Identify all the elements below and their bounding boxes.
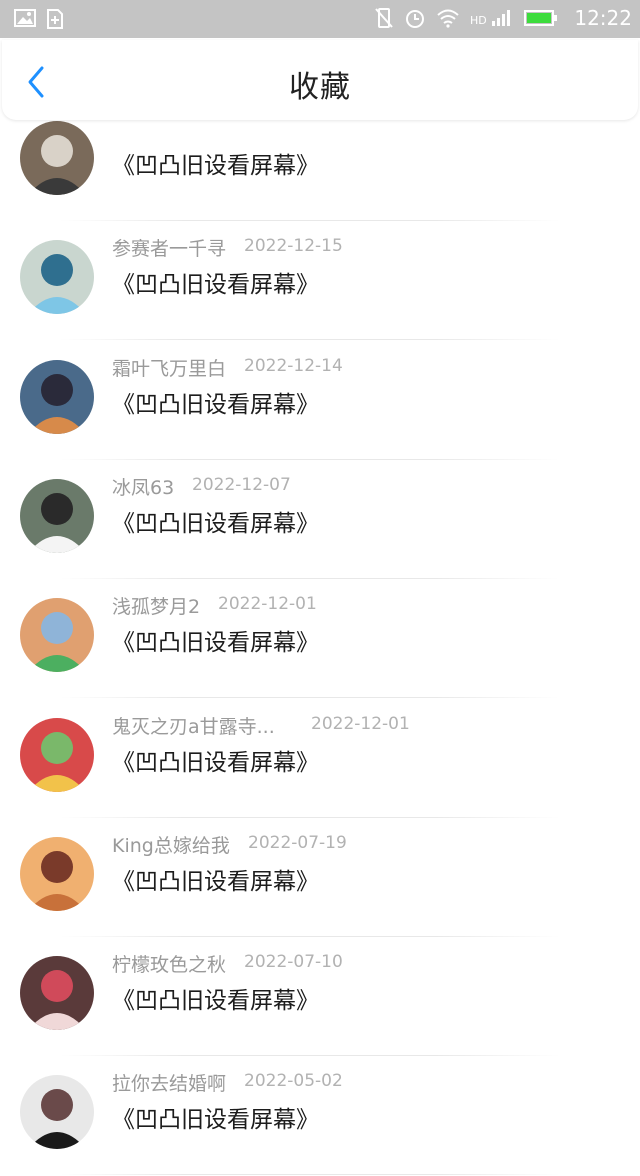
gallery-icon <box>14 9 36 29</box>
status-right-icons: HD 12:22 <box>374 6 632 30</box>
wifi-icon <box>436 8 460 28</box>
page-title: 收藏 <box>289 70 351 105</box>
post-title[interactable]: 《凹凸旧设看屏幕》 <box>112 1100 319 1134</box>
status-left-icons <box>14 9 64 29</box>
post-title[interactable]: 《凹凸旧设看屏幕》 <box>112 623 319 657</box>
signal-hd-icon: HD <box>470 8 514 28</box>
avatar[interactable] <box>20 240 94 314</box>
post-date: 2022-12-15 <box>244 236 343 256</box>
list-item[interactable]: 鬼灭之刃a甘露寺... 2022-12-01 《凹凸旧设看屏幕》 <box>0 699 640 819</box>
post-title[interactable]: 《凹凸旧设看屏幕》 <box>112 981 319 1015</box>
user-name[interactable]: 拉你去结婚啊 <box>112 1069 226 1096</box>
status-time: 12:22 <box>574 6 632 30</box>
avatar[interactable] <box>20 598 94 672</box>
post-date: 2022-12-14 <box>244 356 343 376</box>
alarm-icon <box>404 7 426 29</box>
svg-text:HD: HD <box>470 14 487 27</box>
avatar[interactable] <box>20 837 94 911</box>
list-item[interactable]: 参赛者一千寻 2022-12-15 《凹凸旧设看屏幕》 <box>0 221 640 341</box>
post-title[interactable]: 《凹凸旧设看屏幕》 <box>112 862 319 896</box>
avatar[interactable] <box>20 956 94 1030</box>
divider <box>60 697 560 698</box>
status-bar: HD 12:22 <box>0 0 640 38</box>
user-name[interactable]: 参赛者一千寻 <box>112 234 226 261</box>
user-name[interactable]: 浅孤梦月2 <box>112 592 200 619</box>
list-item[interactable]: 冰凤63 2022-12-07 《凹凸旧设看屏幕》 <box>0 460 640 580</box>
post-title[interactable]: 《凹凸旧设看屏幕》 <box>112 743 319 777</box>
avatar[interactable] <box>20 360 94 434</box>
divider <box>60 339 560 340</box>
user-name[interactable]: 鬼灭之刃a甘露寺... <box>112 712 275 739</box>
user-name[interactable]: 柠檬玫色之秋 <box>112 950 226 977</box>
top-nav-bar: 收藏 <box>2 40 638 120</box>
user-name[interactable]: 冰凤63 <box>112 473 174 500</box>
post-title[interactable]: 《凹凸旧设看屏幕》 <box>112 146 319 180</box>
avatar[interactable] <box>20 479 94 553</box>
list-item[interactable]: King总嫁给我 2022-07-19 《凹凸旧设看屏幕》 <box>0 818 640 938</box>
user-name[interactable]: King总嫁给我 <box>112 831 230 858</box>
list-item[interactable]: 浅孤梦月2 2022-12-01 《凹凸旧设看屏幕》 <box>0 579 640 699</box>
list-item[interactable]: 柠檬玫色之秋 2022-07-10 《凹凸旧设看屏幕》 <box>0 937 640 1057</box>
user-name[interactable]: 霜叶飞万里白 <box>112 354 226 381</box>
post-date: 2022-12-07 <box>192 475 291 495</box>
battery-fill <box>527 13 552 23</box>
post-title[interactable]: 《凹凸旧设看屏幕》 <box>112 385 319 419</box>
avatar[interactable] <box>20 718 94 792</box>
divider <box>60 1174 560 1175</box>
post-date: 2022-12-01 <box>218 594 317 614</box>
battery-icon <box>524 9 558 27</box>
list-item[interactable]: 拉你去结婚啊 2022-05-02 《凹凸旧设看屏幕》 <box>0 1056 640 1176</box>
vibrate-off-icon <box>374 7 394 29</box>
post-date: 2022-05-02 <box>244 1071 343 1091</box>
post-date: 2022-12-01 <box>311 714 410 734</box>
post-title[interactable]: 《凹凸旧设看屏幕》 <box>112 504 319 538</box>
list-item[interactable]: 霜叶飞万里白 2022-12-14 《凹凸旧设看屏幕》 <box>0 341 640 461</box>
sim-add-icon <box>46 9 64 29</box>
post-title[interactable]: 《凹凸旧设看屏幕》 <box>112 265 319 299</box>
avatar[interactable] <box>20 121 94 195</box>
list-item[interactable]: 《凹凸旧设看屏幕》 <box>0 102 640 222</box>
post-date: 2022-07-10 <box>244 952 343 972</box>
post-date: 2022-07-19 <box>248 833 347 853</box>
